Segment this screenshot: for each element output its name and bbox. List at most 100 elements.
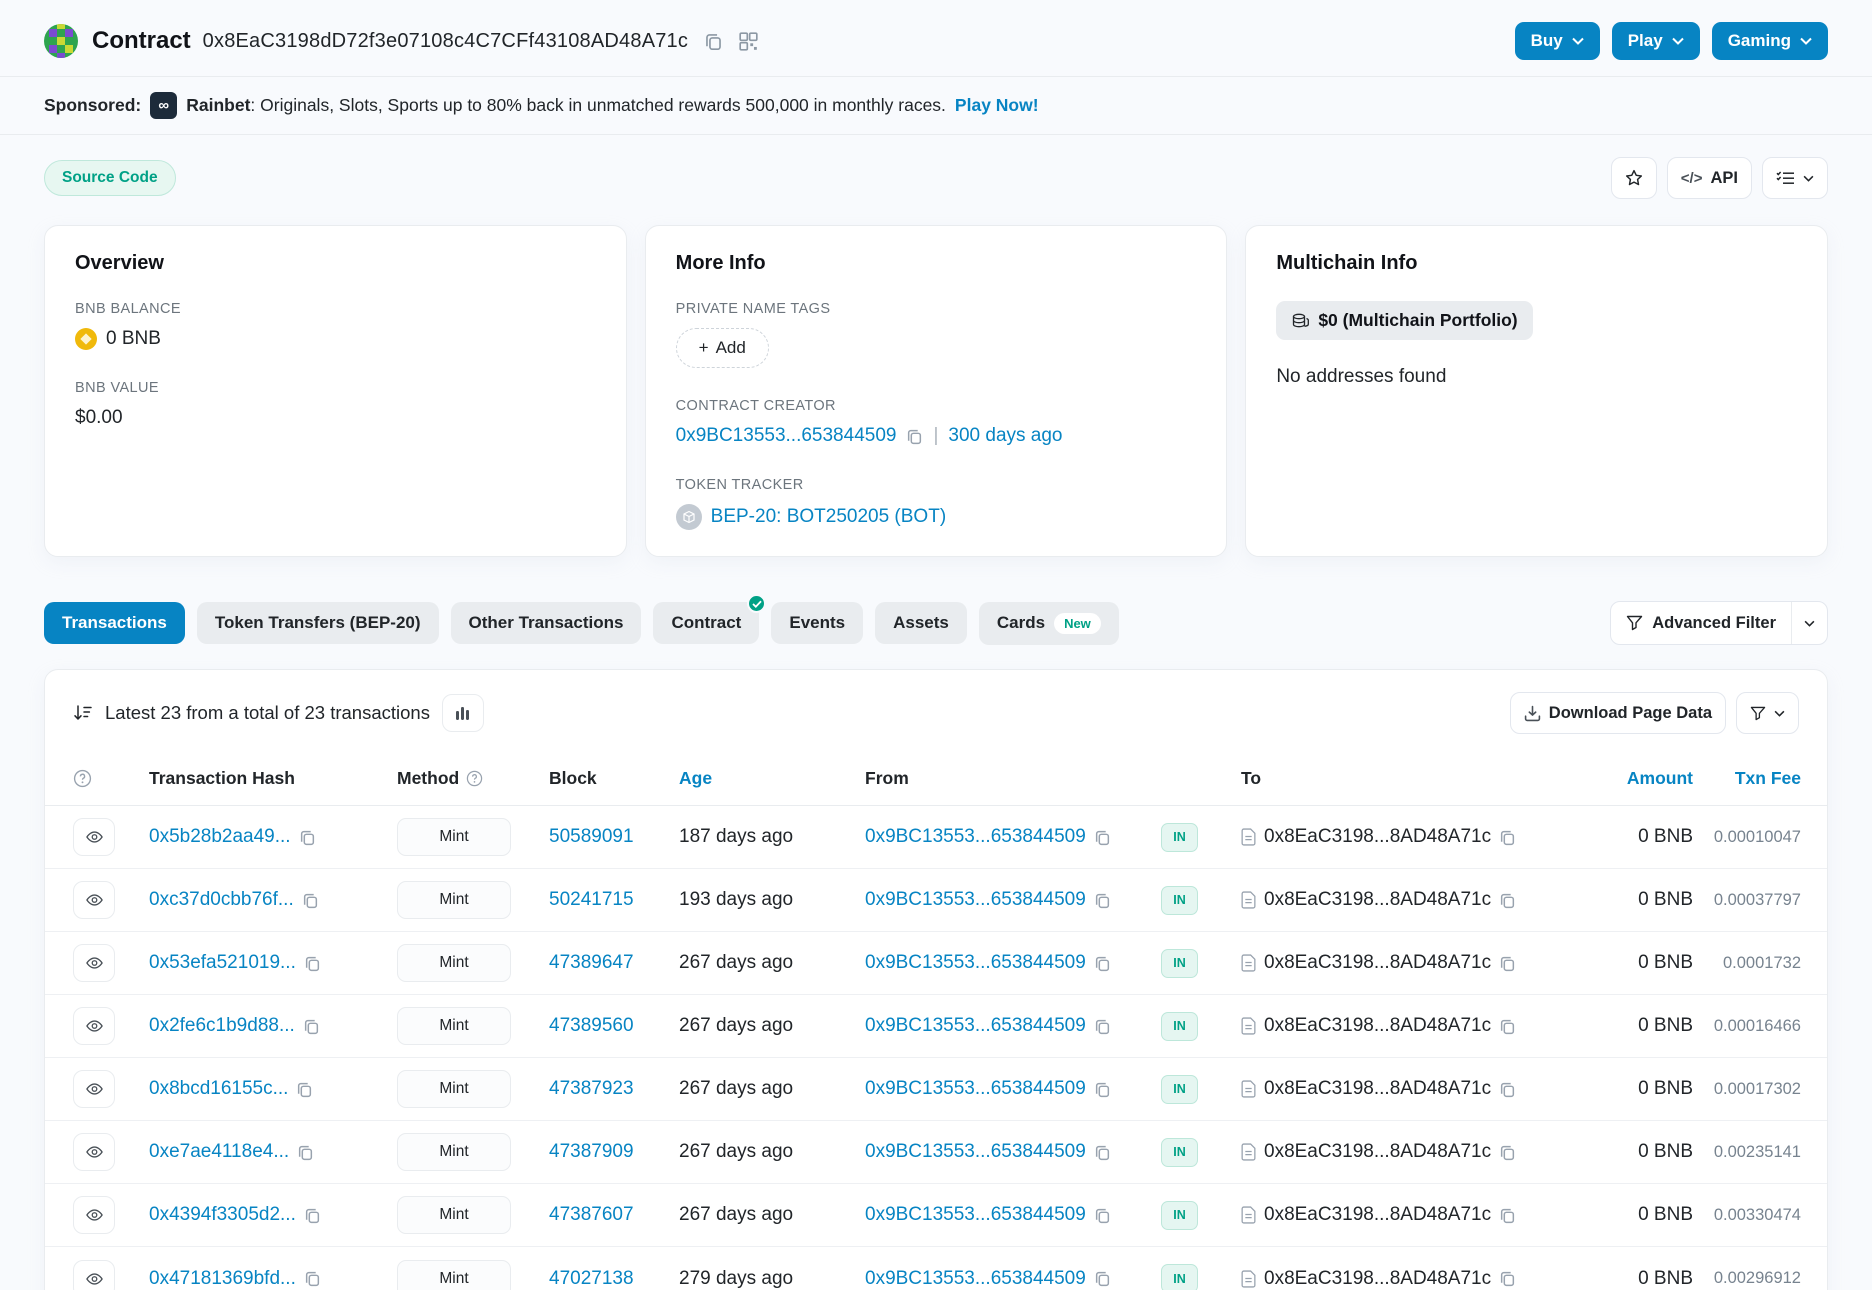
from-address-link[interactable]: 0x9BC13553...653844509 — [865, 1078, 1086, 1100]
from-address-link[interactable]: 0x9BC13553...653844509 — [865, 952, 1086, 974]
copy-address-icon[interactable] — [704, 32, 723, 51]
copy-from-icon[interactable] — [1094, 892, 1111, 909]
tx-hash-link[interactable]: 0x5b28b2aa49... — [149, 826, 291, 848]
method-badge[interactable]: Mint — [397, 1007, 511, 1045]
tx-hash-link[interactable]: 0x53efa521019... — [149, 952, 296, 974]
block-link[interactable]: 50589091 — [549, 826, 634, 848]
tab-transactions[interactable]: Transactions — [44, 602, 185, 644]
table-filter-button[interactable] — [1736, 692, 1799, 734]
copy-to-icon[interactable] — [1499, 1018, 1516, 1035]
block-link[interactable]: 47389647 — [549, 952, 634, 974]
from-cell: 0x9BC13553...653844509 — [865, 952, 1161, 974]
copy-to-icon[interactable] — [1499, 829, 1516, 846]
preview-tx-button[interactable] — [73, 1070, 115, 1108]
multichain-portfolio-badge[interactable]: $0 (Multichain Portfolio) — [1276, 301, 1532, 340]
copy-from-icon[interactable] — [1094, 829, 1111, 846]
method-badge[interactable]: Mint — [397, 1133, 511, 1171]
copy-from-icon[interactable] — [1094, 1207, 1111, 1224]
method-badge[interactable]: Mint — [397, 1260, 511, 1290]
tx-hash-link[interactable]: 0x2fe6c1b9d88... — [149, 1015, 295, 1037]
preview-tx-button[interactable] — [73, 1007, 115, 1045]
block-link[interactable]: 47027138 — [549, 1268, 634, 1290]
creation-age-link[interactable]: 300 days ago — [948, 425, 1062, 447]
tab-events[interactable]: Events — [771, 602, 863, 644]
tx-hash-link[interactable]: 0xe7ae4118e4... — [149, 1141, 289, 1163]
block-link[interactable]: 47389560 — [549, 1015, 634, 1037]
copy-from-icon[interactable] — [1094, 1081, 1111, 1098]
from-address-link[interactable]: 0x9BC13553...653844509 — [865, 826, 1086, 848]
copy-hash-icon[interactable] — [304, 1270, 321, 1287]
preview-tx-button[interactable] — [73, 1260, 115, 1290]
copy-from-icon[interactable] — [1094, 1270, 1111, 1287]
block-link[interactable]: 47387923 — [549, 1078, 634, 1100]
block-link[interactable]: 47387607 — [549, 1204, 634, 1226]
favorite-button[interactable] — [1611, 157, 1657, 199]
token-tracker-link[interactable]: BEP-20: BOT250205 (BOT) — [711, 506, 947, 528]
preview-tx-button[interactable] — [73, 1133, 115, 1171]
method-badge[interactable]: Mint — [397, 944, 511, 982]
help-icon[interactable] — [73, 769, 149, 788]
copy-hash-icon[interactable] — [297, 1144, 314, 1161]
advanced-filter-caret[interactable] — [1791, 602, 1827, 644]
advanced-filter-main[interactable]: Advanced Filter — [1611, 602, 1791, 644]
tx-hash-link[interactable]: 0x4394f3305d2... — [149, 1204, 296, 1226]
from-address-link[interactable]: 0x9BC13553...653844509 — [865, 1015, 1086, 1037]
tab-contract[interactable]: Contract — [653, 602, 759, 644]
copy-hash-icon[interactable] — [304, 1207, 321, 1224]
copy-hash-icon[interactable] — [302, 892, 319, 909]
copy-hash-icon[interactable] — [296, 1081, 313, 1098]
tx-hash-link[interactable]: 0x8bcd16155c... — [149, 1078, 288, 1100]
preview-tx-button[interactable] — [73, 818, 115, 856]
preview-tx-button[interactable] — [73, 944, 115, 982]
method-badge[interactable]: Mint — [397, 881, 511, 919]
age-value: 279 days ago — [679, 1268, 793, 1290]
copy-to-icon[interactable] — [1499, 1144, 1516, 1161]
api-button[interactable]: </> API — [1667, 157, 1752, 199]
from-address-link[interactable]: 0x9BC13553...653844509 — [865, 1141, 1086, 1163]
preview-tx-button[interactable] — [73, 881, 115, 919]
qr-code-icon[interactable] — [739, 32, 758, 51]
from-address-link[interactable]: 0x9BC13553...653844509 — [865, 889, 1086, 911]
method-badge[interactable]: Mint — [397, 1070, 511, 1108]
copy-to-icon[interactable] — [1499, 1207, 1516, 1224]
tab-cards[interactable]: Cards New — [979, 602, 1119, 645]
tab-assets[interactable]: Assets — [875, 602, 967, 644]
from-address-link[interactable]: 0x9BC13553...653844509 — [865, 1204, 1086, 1226]
copy-from-icon[interactable] — [1094, 955, 1111, 972]
copy-from-icon[interactable] — [1094, 1144, 1111, 1161]
method-badge[interactable]: Mint — [397, 1196, 511, 1234]
tx-hash-link[interactable]: 0xc37d0cbb76f... — [149, 889, 294, 911]
method-badge[interactable]: Mint — [397, 818, 511, 856]
copy-hash-icon[interactable] — [299, 829, 316, 846]
add-name-tag-button[interactable]: + Add — [676, 328, 769, 368]
copy-to-icon[interactable] — [1499, 892, 1516, 909]
col-amount[interactable]: Amount — [1557, 768, 1693, 789]
block-link[interactable]: 50241715 — [549, 889, 634, 911]
copy-to-icon[interactable] — [1499, 955, 1516, 972]
copy-to-icon[interactable] — [1499, 1081, 1516, 1098]
method-help-icon[interactable] — [466, 770, 483, 787]
download-page-data-button[interactable]: Download Page Data — [1510, 692, 1726, 734]
copy-hash-icon[interactable] — [303, 1018, 320, 1035]
copy-to-icon[interactable] — [1499, 1270, 1516, 1287]
preview-tx-button[interactable] — [73, 1196, 115, 1234]
play-button[interactable]: Play — [1612, 22, 1700, 60]
col-txn-fee[interactable]: Txn Fee — [1693, 768, 1801, 789]
tab-token-transfers[interactable]: Token Transfers (BEP-20) — [197, 602, 439, 644]
from-address-link[interactable]: 0x9BC13553...653844509 — [865, 1268, 1086, 1290]
chart-view-button[interactable] — [442, 694, 484, 732]
gaming-button[interactable]: Gaming — [1712, 22, 1828, 60]
source-code-badge[interactable]: Source Code — [44, 160, 176, 196]
tab-other-transactions[interactable]: Other Transactions — [451, 602, 642, 644]
buy-button[interactable]: Buy — [1515, 22, 1600, 60]
copy-hash-icon[interactable] — [304, 955, 321, 972]
block-link[interactable]: 47387909 — [549, 1141, 634, 1163]
tx-hash-link[interactable]: 0x47181369bfd... — [149, 1268, 296, 1290]
options-button[interactable] — [1762, 157, 1828, 199]
copy-creator-icon[interactable] — [906, 428, 923, 445]
copy-from-icon[interactable] — [1094, 1018, 1111, 1035]
col-age[interactable]: Age — [679, 768, 865, 789]
creator-address-link[interactable]: 0x9BC13553...653844509 — [676, 425, 897, 447]
portfolio-label: $0 (Multichain Portfolio) — [1318, 310, 1517, 331]
play-now-link[interactable]: Play Now! — [955, 95, 1039, 116]
